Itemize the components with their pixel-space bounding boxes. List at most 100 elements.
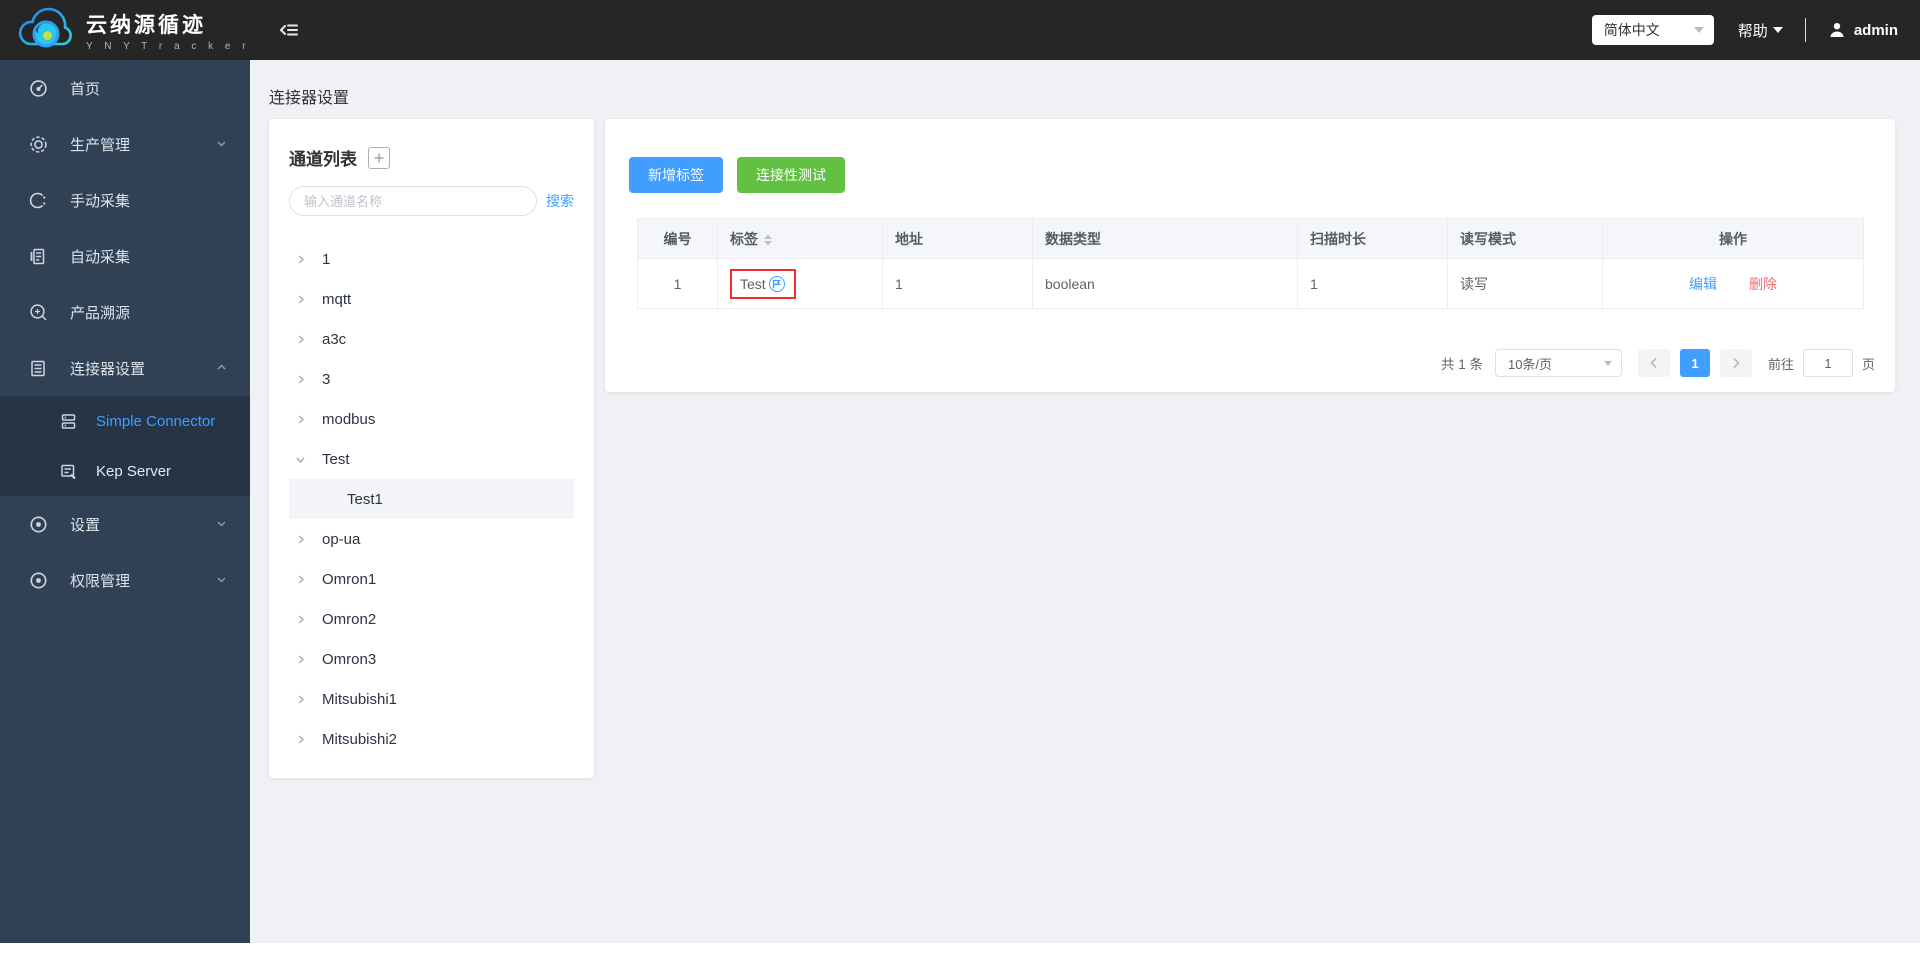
table-header-row: 编号 标签 地址 数据类型 扫描时长 读写模式 操作	[637, 218, 1864, 259]
delete-link[interactable]: 删除	[1749, 276, 1777, 292]
app-title: 云纳源循迹	[86, 13, 206, 37]
tree-item[interactable]: Mitsubishi1	[289, 679, 574, 719]
tree-item[interactable]: op-ua	[289, 519, 574, 559]
channel-list-title: 通道列表	[289, 150, 357, 169]
caret-right-icon[interactable]	[295, 334, 309, 345]
channel-search-row: 搜索	[289, 186, 574, 216]
chevron-left-icon	[1650, 357, 1657, 369]
tree-item[interactable]: a3c	[289, 319, 574, 359]
cell-datatype: boolean	[1032, 258, 1298, 309]
app-subtitle: Y N Y T r a c k e r	[86, 40, 251, 52]
add-tag-button[interactable]: 新增标签	[629, 157, 723, 193]
tree-item[interactable]: Omron3	[289, 639, 574, 679]
tag-value: Test	[740, 275, 766, 292]
sidebar-item-production[interactable]: 生产管理	[0, 116, 250, 172]
caret-right-icon[interactable]	[295, 694, 309, 705]
sidebar-subitem-kep-server[interactable]: Kep Server	[0, 446, 250, 496]
sidebar-item-label: 连接器设置	[70, 360, 146, 378]
tree-item-label: 3	[322, 370, 331, 388]
caret-right-icon[interactable]	[295, 654, 309, 665]
tree-item-label: Omron2	[322, 610, 377, 628]
col-header-id: 编号	[637, 218, 718, 259]
pagination: 共 1 条 10条/页 1 前往 页	[1441, 349, 1875, 377]
sidebar-item-label: 设置	[70, 516, 101, 534]
app-logo: 云纳源循迹 Y N Y T r a c k e r	[16, 7, 250, 53]
channel-search-input[interactable]	[289, 186, 537, 216]
tree-item[interactable]: Omron1	[289, 559, 574, 599]
connectivity-test-button[interactable]: 连接性测试	[737, 157, 845, 193]
sidebar-item-permissions[interactable]: 权限管理	[0, 552, 250, 608]
prev-page-button[interactable]	[1637, 349, 1670, 377]
page-size-value: 10条/页	[1507, 356, 1553, 372]
add-channel-button[interactable]	[368, 146, 390, 169]
caret-right-icon[interactable]	[295, 374, 309, 385]
tree-item[interactable]: 3	[289, 359, 574, 399]
chevron-right-icon	[1733, 357, 1740, 369]
plus-icon	[374, 153, 384, 162]
tree-item-selected[interactable]: Test1	[289, 479, 574, 519]
app-title-block: 云纳源循迹 Y N Y T r a c k e r	[86, 9, 250, 52]
page-number-button[interactable]: 1	[1679, 349, 1710, 377]
tree-item-label: op-ua	[322, 530, 361, 548]
tree-item[interactable]: modbus	[289, 399, 574, 439]
sidebar-subitem-label: Kep Server	[96, 462, 172, 480]
tree-item-label: Test	[322, 450, 350, 468]
pagination-total: 共 1 条	[1440, 357, 1483, 372]
sidebar-collapse-icon[interactable]	[278, 20, 300, 40]
permission-icon	[28, 570, 48, 590]
search-button[interactable]: 搜索	[546, 191, 574, 211]
chevron-down-icon	[1772, 27, 1783, 33]
page-size-select[interactable]: 10条/页	[1494, 349, 1622, 377]
chevron-down-icon	[1693, 27, 1704, 33]
tree-item-expanded[interactable]: Test	[289, 439, 574, 479]
sidebar-subitem-simple-connector[interactable]: Simple Connector	[0, 396, 250, 446]
tree-item[interactable]: Omron2	[289, 599, 574, 639]
user-menu[interactable]: admin	[1828, 21, 1898, 39]
cell-rw-mode: 读写	[1447, 258, 1603, 309]
language-select[interactable]: 简体中文	[1591, 15, 1714, 45]
sidebar-item-settings[interactable]: 设置	[0, 496, 250, 552]
caret-right-icon[interactable]	[295, 254, 309, 265]
sidebar-item-label: 权限管理	[70, 572, 131, 590]
help-label: 帮助	[1737, 22, 1768, 40]
breadcrumb: 连接器设置	[269, 90, 350, 107]
sidebar-item-product-trace[interactable]: 产品溯源	[0, 284, 250, 340]
tree-item[interactable]: 1	[289, 239, 574, 279]
sort-icon[interactable]	[764, 233, 772, 246]
sidebar-item-home[interactable]: 首页	[0, 60, 250, 116]
tree-item-label: Mitsubishi2	[322, 730, 398, 748]
caret-right-icon[interactable]	[295, 614, 309, 625]
channel-tree: 1 mqtt a3c 3 modbus Test Test1 op-ua Omr…	[269, 239, 594, 759]
caret-right-icon[interactable]	[295, 414, 309, 425]
tree-item-label: Omron3	[322, 650, 377, 668]
tree-item[interactable]: mqtt	[289, 279, 574, 319]
caret-down-icon[interactable]	[295, 454, 309, 465]
caret-right-icon[interactable]	[295, 534, 309, 545]
caret-right-icon[interactable]	[295, 294, 309, 305]
chevron-down-icon	[1603, 360, 1612, 366]
caret-right-icon[interactable]	[295, 574, 309, 585]
edit-link[interactable]: 编辑	[1689, 276, 1717, 292]
tree-item-label: a3c	[322, 330, 347, 348]
col-header-tag[interactable]: 标签	[717, 218, 883, 259]
channel-panel-header: 通道列表	[269, 119, 594, 170]
cell-tag: Test	[717, 258, 883, 309]
dashboard-icon	[28, 78, 48, 98]
connector-settings-submenu: Simple Connector Kep Server	[0, 396, 250, 496]
col-header-rwmode: 读写模式	[1447, 218, 1603, 259]
chevron-down-icon	[216, 574, 228, 586]
next-page-button[interactable]	[1719, 349, 1752, 377]
goto-page-input[interactable]	[1802, 349, 1853, 377]
tree-item-label: Mitsubishi1	[322, 690, 398, 708]
sidebar-item-manual-collect[interactable]: 手动采集	[0, 172, 250, 228]
caret-right-icon[interactable]	[295, 734, 309, 745]
sidebar-item-connector-settings[interactable]: 连接器设置	[0, 340, 250, 396]
bottom-scrollbar-track[interactable]	[0, 943, 1920, 954]
flag-icon[interactable]	[768, 275, 785, 292]
sidebar-item-auto-collect[interactable]: 自动采集	[0, 228, 250, 284]
help-menu[interactable]: 帮助	[1738, 20, 1783, 41]
sidebar-item-label: 产品溯源	[70, 304, 131, 322]
server-icon	[58, 411, 78, 431]
tree-item[interactable]: Mitsubishi2	[289, 719, 574, 759]
chevron-down-icon	[216, 518, 228, 530]
